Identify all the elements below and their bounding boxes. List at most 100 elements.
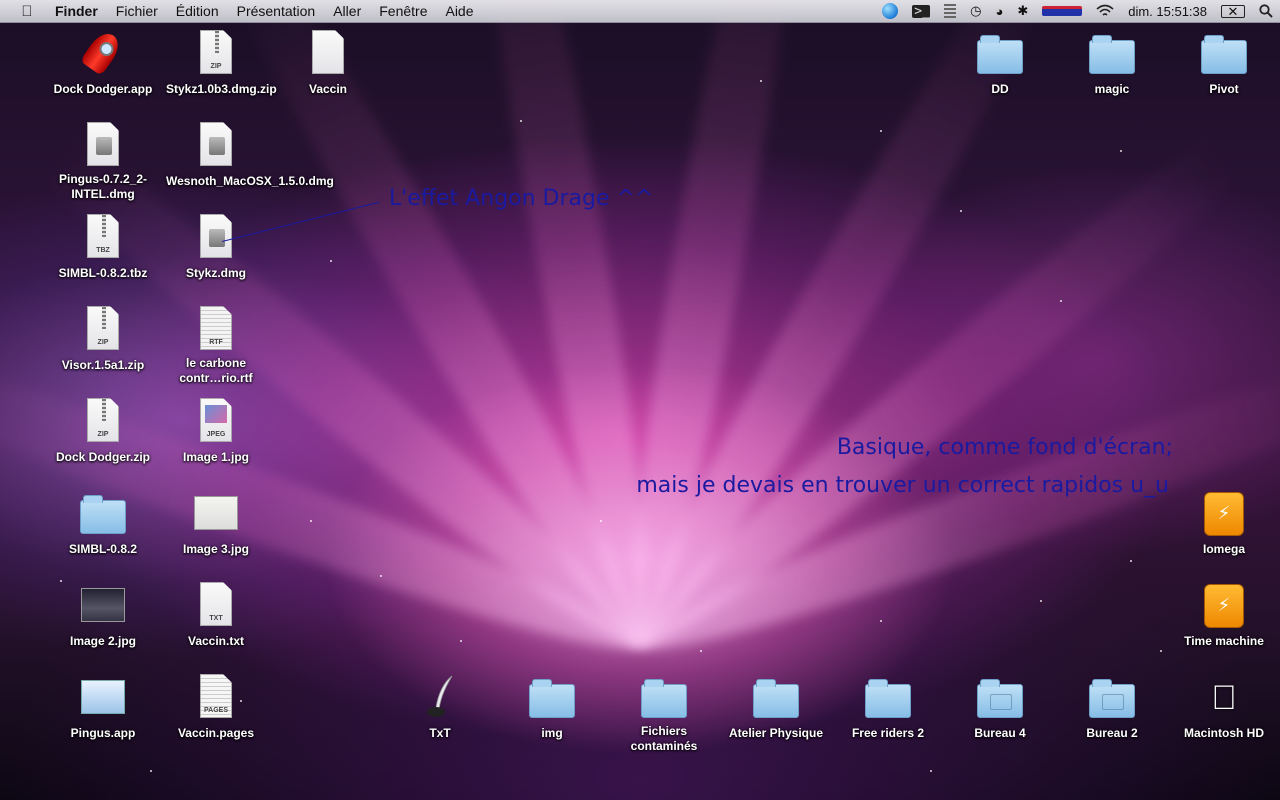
- clock-text[interactable]: dim. 15:51:38: [1128, 4, 1207, 19]
- annotation-angon: L'effet Angon Drage ^^: [389, 186, 654, 211]
- desktop-folder-icon: [977, 679, 1023, 718]
- menu-aller[interactable]: Aller: [324, 3, 370, 19]
- icon-label: Pivot: [1209, 82, 1239, 96]
- icon-label: Vaccin: [308, 82, 348, 96]
- terminal-icon[interactable]: >_: [912, 4, 931, 18]
- desktop-icon-vaccin-txt[interactable]: TXT Vaccin.txt: [160, 582, 272, 650]
- annotation-basique: Basique, comme fond d'écran;: [836, 435, 1173, 460]
- icon-label: Vaccin.txt: [187, 634, 245, 648]
- star: [150, 770, 152, 772]
- bars-icon[interactable]: [944, 4, 957, 18]
- icon-label: Pingus.app: [70, 726, 136, 740]
- star: [600, 520, 602, 522]
- icon-label: Dock Dodger.app: [53, 82, 153, 96]
- palette-icon[interactable]: ◕: [995, 4, 1003, 19]
- bluetooth-icon[interactable]: ✱: [1017, 3, 1028, 19]
- menu-bar:  Finder Fichier Édition Présentation Al…: [0, 0, 1280, 23]
- desktop-icon-image3[interactable]: Image 3.jpg: [160, 490, 272, 558]
- desktop-icon-image2[interactable]: Image 2.jpg: [47, 582, 159, 650]
- folder-icon: [1089, 35, 1135, 74]
- menu-presentation[interactable]: Présentation: [228, 3, 325, 19]
- star: [880, 130, 882, 132]
- rtf-file-icon: RTF: [200, 306, 232, 350]
- icon-label: Fichiers contaminés: [630, 724, 698, 753]
- icon-label: Macintosh HD: [1183, 726, 1264, 740]
- icon-label: Free riders 2: [851, 726, 925, 740]
- star: [960, 210, 962, 212]
- external-drive-icon: ⚡: [1204, 584, 1244, 628]
- external-drive-icon: ⚡: [1204, 492, 1244, 536]
- folder-icon: [753, 679, 799, 718]
- desktop-icon-carbone-rtf[interactable]: RTF le carbone contr…rio.rtf: [160, 306, 272, 387]
- dmg-file-icon: [200, 122, 232, 166]
- wifi-icon[interactable]: [1096, 4, 1114, 18]
- desktop-icon-magic[interactable]: magic: [1056, 30, 1168, 98]
- jpeg-file-icon: JPEG: [200, 398, 232, 442]
- star: [700, 650, 702, 652]
- desktop-icon-pivot[interactable]: Pivot: [1168, 30, 1280, 98]
- folder-icon: [1201, 35, 1247, 74]
- image-thumbnail-icon: [81, 588, 125, 622]
- menu-edition[interactable]: Édition: [167, 3, 228, 19]
- desktop-icon-dock-dodger-app[interactable]: Dock Dodger.app: [47, 28, 159, 98]
- spotlight-icon[interactable]: [1259, 4, 1273, 18]
- desktop-icon-simbl-tbz[interactable]: TBZ SIMBL-0.8.2.tbz: [47, 214, 159, 282]
- desktop-icon-dock-dodger-zip[interactable]: ZIP Dock Dodger.zip: [47, 398, 159, 466]
- desktop-icon-txt[interactable]: TxT: [384, 674, 496, 742]
- star: [1060, 300, 1062, 302]
- folder-icon: [641, 679, 687, 718]
- menu-fichier[interactable]: Fichier: [107, 3, 167, 19]
- star: [1160, 650, 1162, 652]
- icon-label: Time machine: [1184, 634, 1264, 648]
- desktop-icon-bureau2[interactable]: Bureau 2: [1056, 674, 1168, 742]
- icon-label: SIMBL-0.8.2: [68, 542, 137, 556]
- star: [380, 575, 382, 577]
- battery-icon[interactable]: ✕: [1221, 4, 1245, 18]
- icon-label: img: [541, 726, 563, 740]
- desktop-icon-visor-zip[interactable]: ZIP Visor.1.5a1.zip: [47, 306, 159, 374]
- desktop-icon-wesnoth-dmg[interactable]: Wesnoth_MacOSX_1.5.0.dmg: [160, 122, 334, 190]
- apple-menu-icon[interactable]: : [16, 3, 38, 20]
- icon-label: Wesnoth_MacOSX_1.5.0.dmg: [166, 174, 334, 188]
- desktop-icon-free-riders[interactable]: Free riders 2: [832, 674, 944, 742]
- star: [760, 80, 762, 82]
- folder-icon: [80, 495, 126, 534]
- desktop-icon-simbl-folder[interactable]: SIMBL-0.8.2: [47, 490, 159, 558]
- icon-label: DD: [991, 82, 1009, 96]
- desktop-icon-stykz-dmg[interactable]: Stykz.dmg: [160, 214, 272, 282]
- flag-icon[interactable]: [1042, 6, 1083, 16]
- menu-finder[interactable]: Finder: [46, 3, 107, 19]
- zip-file-icon: ZIP: [200, 30, 232, 74]
- time-machine-icon[interactable]: ◷: [970, 3, 981, 19]
- desktop-icon-vaccin-pages[interactable]: PAGES Vaccin.pages: [160, 674, 272, 742]
- desktop-icon-stykz-zip[interactable]: ZIP Stykz1.0b3.dmg.zip: [160, 30, 277, 98]
- icon-label: Image 3.jpg: [182, 542, 250, 556]
- desktop-icon-time-machine[interactable]: ⚡ Time machine: [1168, 582, 1280, 650]
- desktop:  Finder Fichier Édition Présentation Al…: [0, 0, 1280, 800]
- icon-label: Vaccin.pages: [177, 726, 255, 740]
- desktop-icon-fichiers-contamines[interactable]: Fichiers contaminés: [608, 674, 720, 755]
- menu-aide[interactable]: Aide: [436, 3, 482, 19]
- star: [930, 770, 932, 772]
- icon-label: magic: [1094, 82, 1130, 96]
- desktop-icon-atelier-physique[interactable]: Atelier Physique: [720, 674, 832, 742]
- zip-file-icon: ZIP: [87, 398, 119, 442]
- icon-label: Stykz.dmg: [185, 266, 246, 280]
- star: [330, 260, 332, 262]
- desktop-icon-bureau4[interactable]: Bureau 4: [944, 674, 1056, 742]
- star: [310, 520, 312, 522]
- blank-file-icon: [312, 30, 344, 74]
- quill-ink-icon: [427, 675, 453, 717]
- menu-extras: >_ ◷ ◕ ✱ dim. 15:51:38 ✕: [875, 0, 1280, 22]
- desktop-icon-image1[interactable]: JPEG Image 1.jpg: [160, 398, 272, 466]
- desktop-icon-pingus-app[interactable]: Pingus.app: [47, 674, 159, 742]
- desktop-icon-macintosh-hd[interactable]:  Macintosh HD: [1168, 674, 1280, 742]
- desktop-icon-dd[interactable]: DD: [944, 30, 1056, 98]
- desktop-icon-vaccin[interactable]: Vaccin: [272, 30, 384, 98]
- menu-fenetre[interactable]: Fenêtre: [370, 3, 436, 19]
- desktop-icon-img[interactable]: img: [496, 674, 608, 742]
- desktop-icon-pingus-dmg[interactable]: Pingus-0.7.2_2-INTEL.dmg: [47, 122, 159, 203]
- folder-icon: [865, 679, 911, 718]
- globe-icon[interactable]: [882, 3, 899, 19]
- desktop-icon-iomega[interactable]: ⚡ Iomega: [1168, 490, 1280, 558]
